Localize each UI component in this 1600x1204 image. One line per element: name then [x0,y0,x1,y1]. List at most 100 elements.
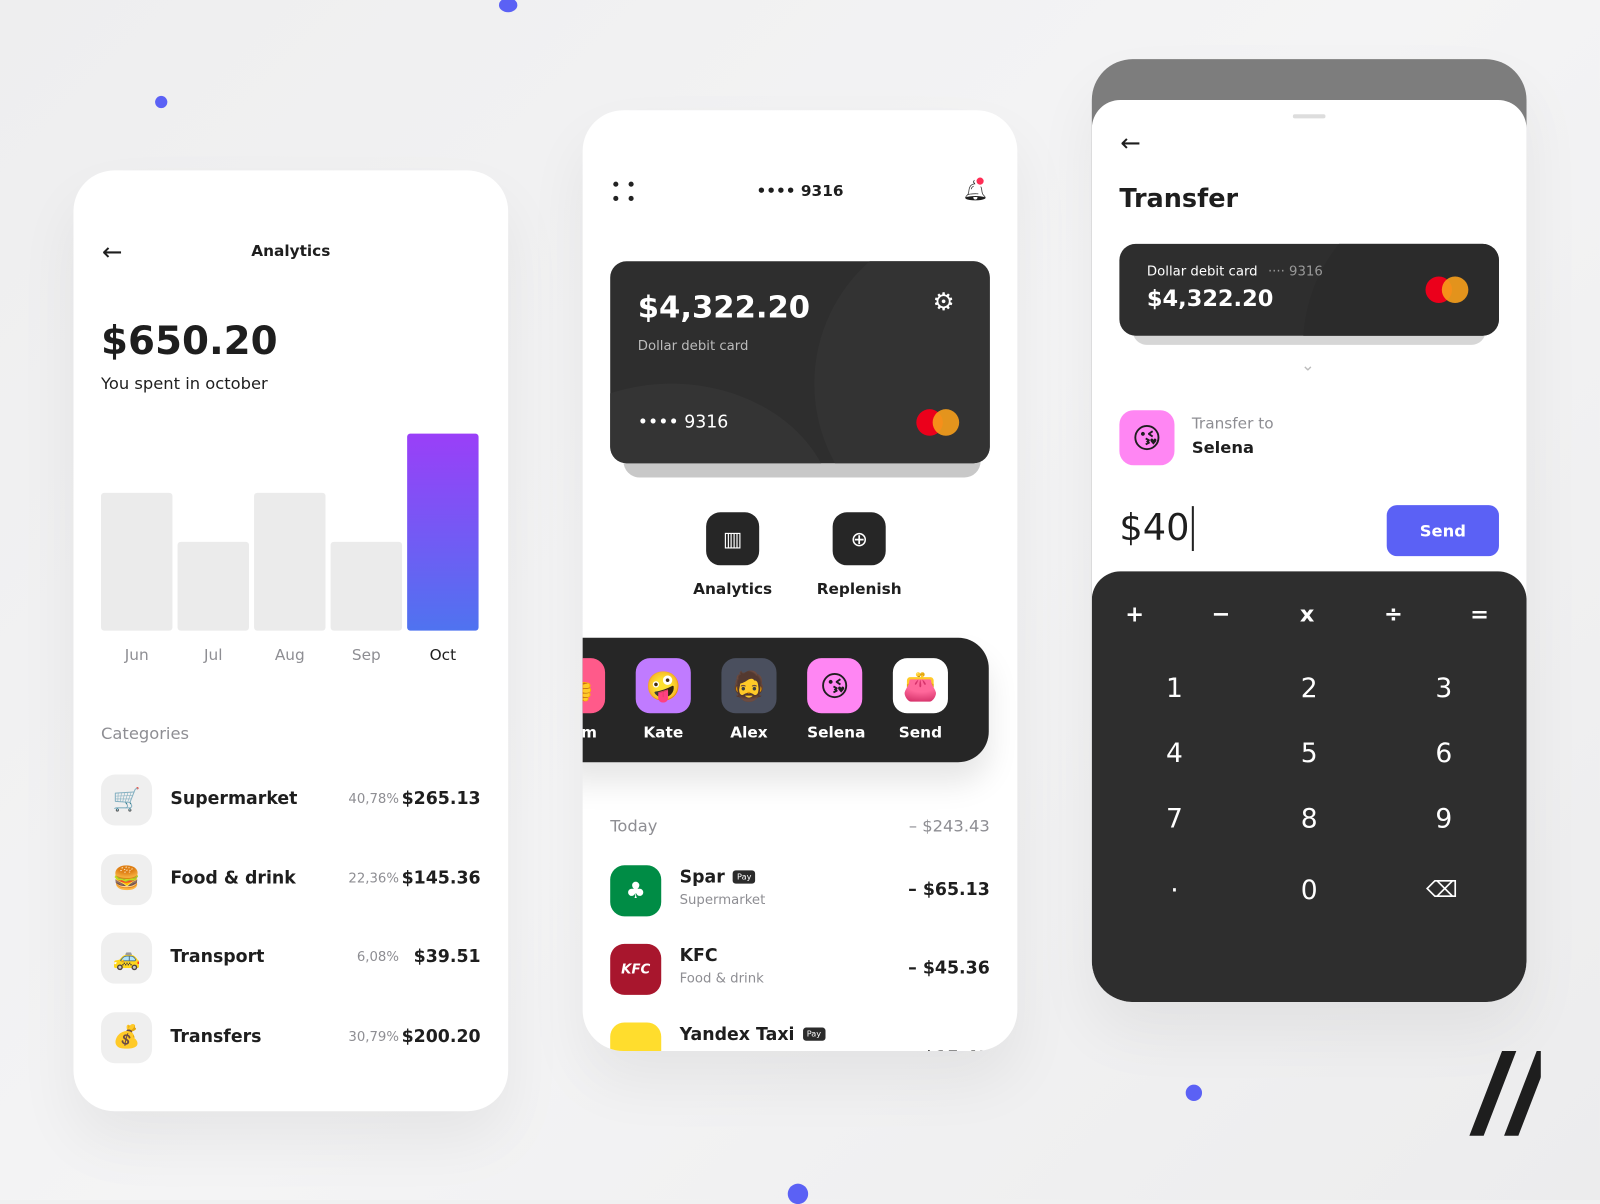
digit-key[interactable]: 1 [1134,673,1216,704]
back-arrow-icon[interactable]: ← [1120,129,1141,158]
replenish-button[interactable]: ⊕ Replenish [813,512,905,598]
card-number: •••• 9316 [637,412,729,433]
action-label: Replenish [816,579,902,598]
money-bag-icon: 💰 [101,1011,153,1063]
digit-key[interactable]: 2 [1268,673,1350,704]
contact-kate[interactable]: 🤪 Kate [635,658,691,742]
operator-key[interactable]: = [1439,602,1521,628]
drag-handle[interactable] [1292,114,1326,119]
month-label: Jul [204,645,223,665]
selected-card-number[interactable]: •••• 9316 [583,182,1018,200]
recipient-avatar: 😘 [1119,410,1175,466]
categories-heading: Categories [101,723,190,743]
mastercard-logo [916,409,961,436]
transfer-screen: ← Transfer Dollar debit card ···· 9316 $… [1091,59,1527,1003]
category-amount: $200.20 [401,1026,481,1047]
action-label: Analytics [693,579,773,598]
digit-key[interactable]: · [1134,876,1216,907]
today-total: – $243.43 [908,816,990,836]
contact-avatar: 😘 [807,658,863,714]
settings-gear-icon[interactable]: ⚙ [933,288,955,317]
operator-key[interactable]: ÷ [1353,602,1435,628]
send-button[interactable]: Send [1386,505,1499,557]
category-name: Food & drink [170,867,296,889]
category-item[interactable]: 🚕 Transport 6,08% $39.51 [101,932,481,984]
contact-send[interactable]: 👛 Send [892,658,948,742]
contacts-carousel[interactable]: 👍 Tom 🤪 Kate 🧔 Alex 😘 Selena 👛 Send [582,637,989,763]
digit-key[interactable]: 3 [1403,673,1485,704]
plus-circle-icon: ⊕ [832,512,886,566]
bar-aug[interactable] [254,492,326,631]
kfc-logo: KFC [610,943,662,995]
digit-key[interactable]: 5 [1268,739,1350,770]
analytics-screen: ← Analytics $650.20 You spent in october… [73,170,509,1112]
category-item[interactable]: 🍔 Food & drink 22,36% $145.36 [101,853,481,905]
transaction-item[interactable]: KFC KFC Food & drink – $45.36 [610,943,990,997]
transaction-item[interactable]: ♣ Spar Pay Supermarket – $65.13 [610,865,990,918]
contact-avatar: 🤪 [635,658,691,714]
transaction-amount: – $65.13 [908,879,990,900]
digit-key[interactable]: 8 [1268,804,1350,835]
category-item[interactable]: 💰 Transfers 30,79% $200.20 [101,1011,481,1063]
burger-icon: 🍔 [101,853,153,905]
category-percent: 6,08% [356,949,399,966]
bar-jul[interactable] [177,541,249,631]
spent-subtitle: You spent in october [101,373,268,393]
contact-alex[interactable]: 🧔 Alex [721,658,777,742]
source-card[interactable]: Dollar debit card ···· 9316 $4,322.20 [1119,243,1499,336]
debit-card[interactable]: $4,322.20 Dollar debit card ⚙ •••• 9316 [610,261,990,464]
merchant-name: Yandex Taxi [679,1024,795,1045]
decor-dot [787,1183,809,1204]
notification-bell-icon[interactable]: 🔔︎ [962,175,988,202]
month-label: Jun [124,645,149,665]
spent-amount: $650.20 [101,318,278,364]
chevron-down-icon[interactable]: ⌄ [1301,355,1315,374]
today-heading: Today [610,816,658,836]
operator-key[interactable]: − [1180,602,1262,628]
backspace-icon[interactable]: ⌫ [1401,878,1483,904]
transaction-amount: – $15.43 [908,1048,990,1051]
digit-key[interactable]: 7 [1134,804,1216,835]
merchant-category: Food & drink [679,971,764,987]
category-name: Transfers [170,1026,262,1047]
category-item[interactable]: 🛒 Supermarket 40,78% $265.13 [101,774,481,826]
contact-name: Selena [807,723,866,742]
decor-dot [155,95,168,109]
bar-oct[interactable] [407,433,479,631]
operator-key[interactable]: x [1266,602,1348,628]
contact-tom[interactable]: 👍 Tom [582,658,606,742]
card-name: Dollar debit card [1146,264,1258,280]
transaction-item[interactable]: Yandex Taxi Pay – $15.43 [610,1022,990,1052]
month-label: Aug [274,645,305,665]
bar-sep[interactable] [330,541,403,631]
card-balance: $4,322.20 [637,289,811,326]
yandex-taxi-logo [610,1022,662,1052]
recipient-name: Selena [1191,437,1254,458]
contact-name: Alex [730,723,768,742]
category-amount: $265.13 [401,788,481,810]
operator-key[interactable]: + [1094,602,1176,628]
digit-key[interactable]: 9 [1403,804,1485,835]
spending-bar-chart [101,433,481,631]
digit-key[interactable]: 0 [1268,876,1350,907]
merchant-name: KFC [679,945,718,967]
contact-name: Tom [583,723,605,741]
contact-name: Send [898,723,943,742]
bar-jun[interactable] [101,492,173,631]
merchant-category: Supermarket [679,892,766,909]
transaction-amount: – $45.36 [908,958,990,979]
decor-dot [498,0,518,13]
card-number: ···· 9316 [1267,264,1323,280]
contact-selena[interactable]: 😘 Selena [807,658,866,742]
digit-key[interactable]: 6 [1403,739,1485,770]
category-percent: 22,36% [348,870,399,887]
category-percent: 30,79% [348,1029,399,1045]
chart-icon: ▥ [706,512,760,566]
amount-input[interactable]: $40 [1119,506,1194,552]
month-label: Oct [429,645,457,665]
category-name: Transport [170,946,265,968]
digit-key[interactable]: 4 [1134,739,1216,770]
analytics-button[interactable]: ▥ Analytics [687,512,779,598]
category-amount: $145.36 [401,867,481,889]
mastercard-logo [1425,276,1470,304]
